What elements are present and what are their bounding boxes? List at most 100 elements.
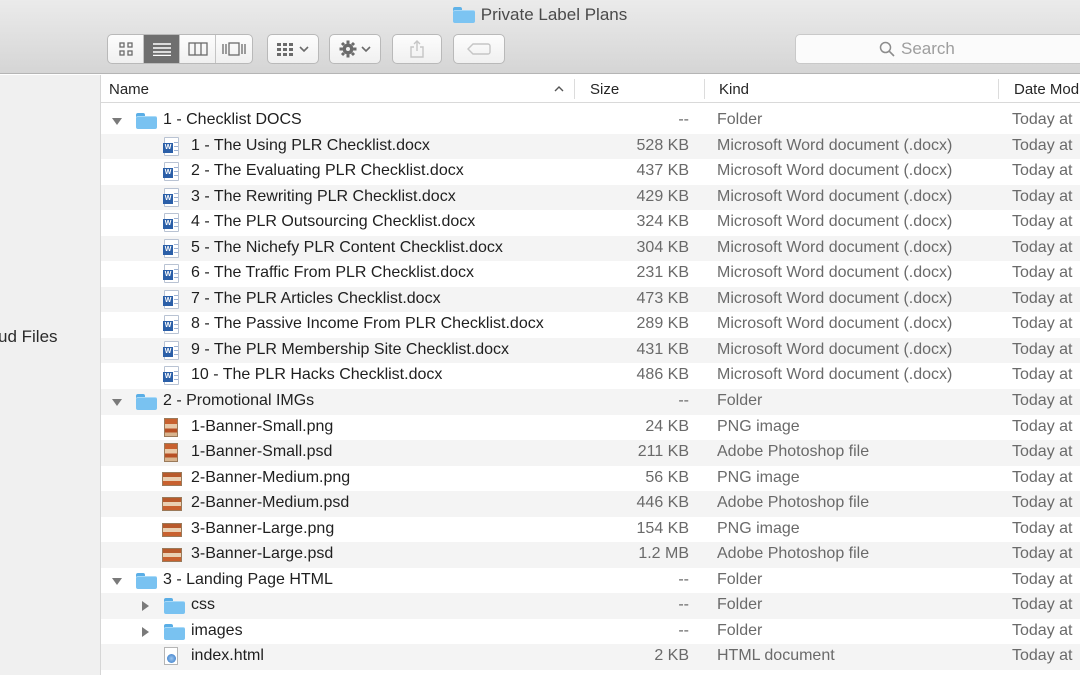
column-divider[interactable] [998,79,999,99]
share-button[interactable] [392,34,442,64]
html-document-icon [164,647,178,666]
column-divider[interactable] [574,79,575,99]
file-list-row[interactable]: 2-Banner-Medium.psd 446 KB Adobe Photoshop… [101,491,1080,517]
file-list-row[interactable]: W 9 - The PLR Membership Site Checklist.d… [101,337,1080,364]
file-name: 3 - Landing Page HTML [163,570,333,588]
column-header-kind[interactable]: Kind [719,75,749,103]
file-list-row[interactable]: 3-Banner-Large.png 154 KB PNG image Today a… [101,517,1080,543]
file-name: css [191,596,215,614]
disclosure-expanded-icon[interactable] [111,396,123,408]
file-size: 446 KB [636,494,689,512]
file-list-row[interactable]: W 6 - The Traffic From PLR Checklist.docx… [101,261,1080,287]
arrange-button[interactable] [267,34,319,64]
file-kind: PNG image [717,468,800,486]
cover-flow-view-button[interactable] [216,35,252,63]
file-date-modified: Today at [1012,187,1073,205]
file-size: -- [678,570,689,588]
file-name: 7 - The PLR Articles Checklist.docx [191,289,441,307]
file-name: 1 - Checklist DOCS [163,111,302,128]
image-thumbnail-icon [162,521,182,537]
file-list-row[interactable]: W 2 - The Evaluating PLR Checklist.docx 43… [101,159,1080,185]
file-date-modified: Today at [1012,264,1073,282]
file-date-modified: Today at [1012,417,1073,435]
file-list-row[interactable]: W 7 - The PLR Articles Checklist.docx 473 … [101,286,1080,313]
disclosure-collapsed-icon[interactable] [139,600,151,612]
sidebar-item-cloud-files[interactable]: ud Files [0,327,58,347]
disclosure-expanded-icon[interactable] [111,115,123,127]
search-field[interactable] [795,34,1080,64]
file-kind: Microsoft Word document (.docx) [717,264,953,282]
column-header-name[interactable]: Name [109,75,149,103]
file-list-row[interactable]: 1 - Checklist DOCS -- Folder Today at [101,108,1080,134]
word-document-icon: W [163,162,179,182]
file-list-row[interactable]: W 3 - The Rewriting PLR Checklist.docx 429… [101,184,1080,211]
arrange-grid-icon [277,43,293,56]
column-header: Name Size Kind Date Mod [101,75,1080,103]
column-header-size[interactable]: Size [590,75,619,103]
search-input[interactable] [901,39,971,59]
action-button[interactable] [329,34,381,64]
gear-icon [339,40,357,58]
chevron-down-icon [361,46,371,53]
file-list-row[interactable]: 2-Banner-Medium.png 56 KB PNG image Today a… [101,466,1080,492]
file-name: images [191,621,243,639]
file-name: index.html [191,647,264,665]
window-title-bar: Private Label Plans [0,5,1080,25]
folder-icon [164,598,185,615]
file-list-row[interactable]: W 1 - The Using PLR Checklist.docx 528 KB M… [101,133,1080,160]
file-date-modified: Today at [1012,519,1073,537]
file-size: 1.2 MB [638,545,689,563]
file-kind: Folder [717,621,763,639]
file-list-row[interactable]: W 8 - The Passive Income From PLR Checkli… [101,312,1080,338]
file-list-row[interactable]: W 4 - The PLR Outsourcing Checklist.docx 3… [101,210,1080,236]
word-document-icon: W [163,238,179,258]
disclosure-expanded-icon[interactable] [111,575,123,587]
word-document-icon: W [163,187,179,207]
file-name: 1-Banner-Small.png [191,417,334,435]
file-kind: Adobe Photoshop file [717,443,870,461]
file-name: 4 - The PLR Outsourcing Checklist.docx [191,213,476,231]
file-name: 3-Banner-Large.png [191,519,335,537]
file-list-row[interactable]: index.html 2 KB HTML document Today at [101,644,1080,671]
file-name: 6 - The Traffic From PLR Checklist.docx [191,264,475,282]
file-list-row[interactable]: images -- Folder Today at [101,619,1080,645]
file-size: -- [678,392,689,410]
image-thumbnail-icon [162,495,182,512]
file-list-row[interactable]: 1-Banner-Small.psd 211 KB Adobe Photoshop … [101,440,1080,466]
file-size: -- [678,596,689,614]
icon-view-button[interactable] [108,35,144,63]
file-size: 24 KB [645,417,689,435]
file-list-row[interactable]: 3-Banner-Large.psd 1.2 MB Adobe Photoshop … [101,542,1080,568]
file-kind: Microsoft Word document (.docx) [717,289,953,307]
list-view-button[interactable] [144,35,180,63]
word-document-icon: W [163,264,179,284]
file-list-row[interactable]: css -- Folder Today at [101,593,1080,619]
folder-icon [136,572,157,589]
file-list-row[interactable]: W 10 - The PLR Hacks Checklist.docx 486 KB… [101,363,1080,389]
file-size: 211 KB [637,443,689,461]
image-thumbnail-icon [162,470,182,486]
file-size: 431 KB [636,340,689,358]
file-kind: PNG image [717,519,800,537]
file-list-row[interactable]: 2 - Promotional IMGs -- Folder Today at [101,389,1080,415]
file-date-modified: Today at [1012,238,1073,256]
file-list-row[interactable]: W 5 - The Nichefy PLR Content Checklist.d… [101,235,1080,262]
file-date-modified: Today at [1012,545,1073,563]
sidebar: ud Files [0,75,101,675]
column-view-button[interactable] [180,35,216,63]
column-divider[interactable] [704,79,705,99]
file-list-row[interactable]: 1-Banner-Small.png 24 KB PNG image Today at [101,415,1080,441]
file-kind: Adobe Photoshop file [717,494,870,512]
file-date-modified: Today at [1012,621,1073,639]
file-kind: PNG image [717,417,800,435]
file-list-row[interactable]: 3 - Landing Page HTML -- Folder Today at [101,568,1080,594]
disclosure-collapsed-icon[interactable] [139,626,151,638]
file-date-modified: Today at [1012,136,1073,154]
file-size: 154 KB [636,519,689,537]
column-header-date-modified[interactable]: Date Mod [1014,75,1079,103]
word-document-icon: W [163,289,179,309]
tags-button[interactable] [453,34,505,64]
view-mode-control [107,34,253,64]
file-date-modified: Today at [1012,596,1073,614]
file-size: 56 KB [645,468,689,486]
